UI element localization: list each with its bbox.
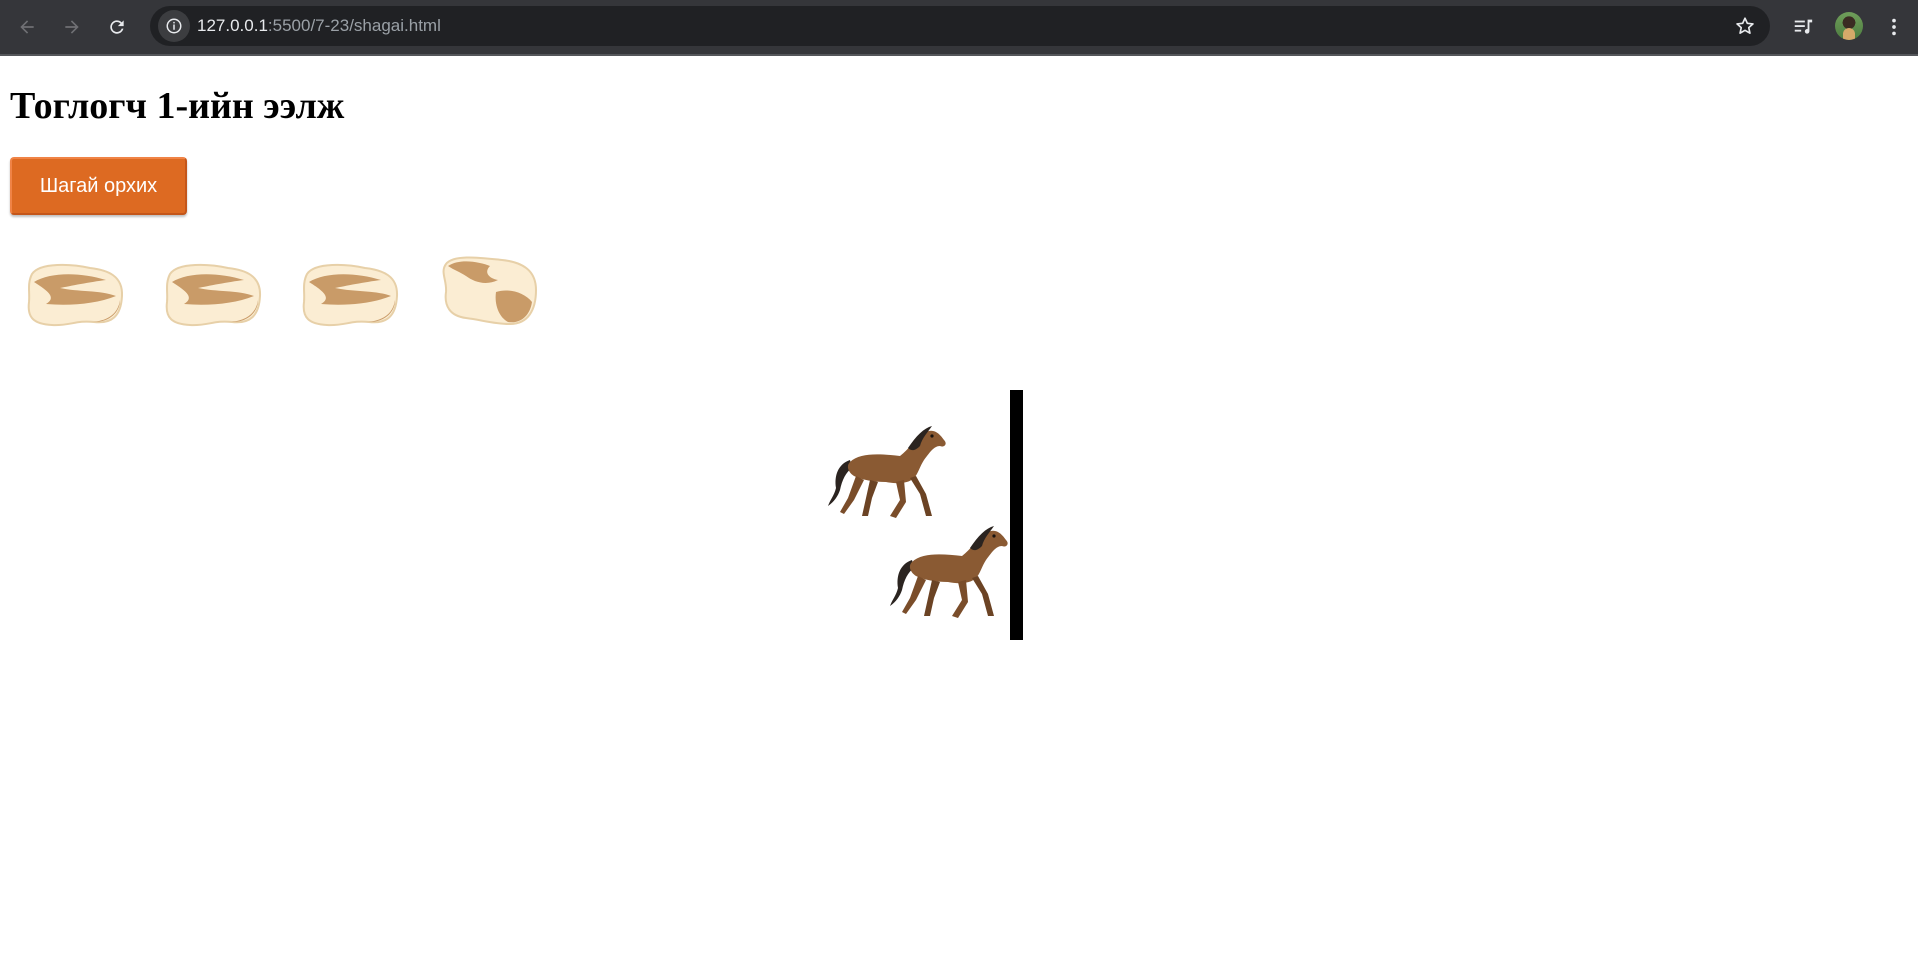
bookmark-star-icon[interactable]	[1734, 15, 1756, 37]
info-icon	[166, 18, 182, 34]
turn-indicator: Тоглогч 1-ийн ээлж	[10, 85, 345, 127]
url-path: :5500/7-23/shagai.html	[267, 16, 441, 35]
shagai-horse-side-icon	[27, 263, 124, 327]
shagai-1	[20, 252, 130, 332]
profile-avatar[interactable]	[1835, 12, 1863, 40]
shagai-horse-side-icon	[302, 263, 399, 327]
shagai-sheep-side-icon	[442, 256, 538, 326]
more-vertical-icon	[1892, 18, 1896, 36]
site-info-button[interactable]	[158, 10, 190, 42]
player-2-horse	[888, 520, 1014, 624]
browser-menu-button[interactable]	[1880, 13, 1908, 41]
arrow-left-icon	[20, 20, 34, 34]
shagai-3	[295, 252, 405, 332]
url-text: 127.0.0.1:5500/7-23/shagai.html	[197, 6, 441, 46]
roll-shagai-button[interactable]: Шагай орхих	[10, 157, 187, 215]
playlist-icon	[1794, 19, 1813, 34]
shagai-2	[158, 252, 268, 332]
reload-button[interactable]	[99, 9, 135, 45]
browser-toolbar: 127.0.0.1:5500/7-23/shagai.html	[0, 0, 1918, 56]
horse-icon	[828, 426, 946, 518]
forward-button[interactable]	[54, 9, 90, 45]
address-bar[interactable]: 127.0.0.1:5500/7-23/shagai.html	[150, 6, 1770, 46]
shagai-horse-side-icon	[165, 263, 262, 327]
horse-icon	[890, 526, 1008, 618]
shagai-4	[436, 248, 546, 328]
media-control-button[interactable]	[1789, 13, 1817, 41]
player-1-horse	[826, 420, 952, 524]
back-button[interactable]	[9, 9, 45, 45]
url-host: 127.0.0.1	[197, 16, 268, 35]
arrow-right-icon	[65, 20, 79, 34]
reload-icon	[110, 20, 124, 34]
